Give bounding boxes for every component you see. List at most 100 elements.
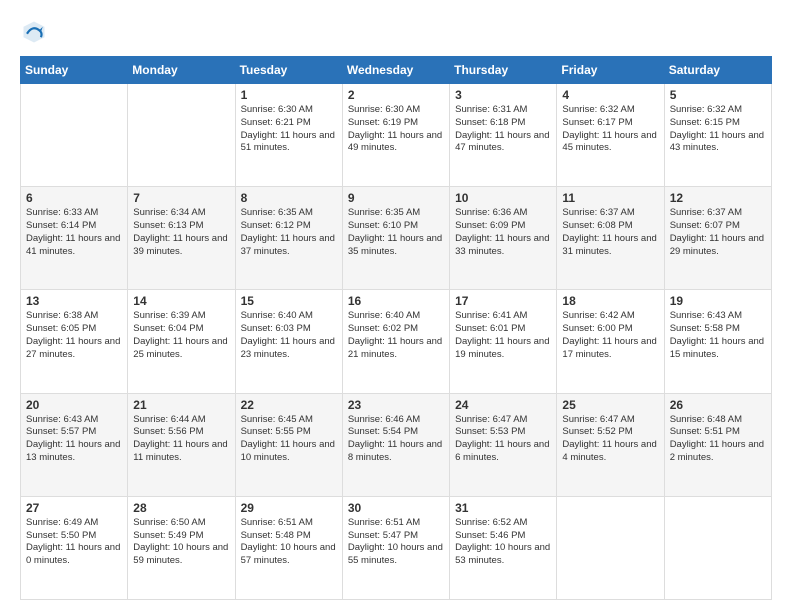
day-number: 7 [133, 191, 229, 205]
calendar-cell [664, 496, 771, 599]
calendar-cell: 22 Sunrise: 6:45 AMSunset: 5:55 PMDayligh… [235, 393, 342, 496]
day-info: Sunrise: 6:45 AMSunset: 5:55 PMDaylight:… [241, 414, 337, 465]
day-info: Sunrise: 6:50 AMSunset: 5:49 PMDaylight:… [133, 517, 229, 568]
day-info: Sunrise: 6:39 AMSunset: 6:04 PMDaylight:… [133, 310, 229, 361]
calendar-table: SundayMondayTuesdayWednesdayThursdayFrid… [20, 56, 772, 600]
day-info: Sunrise: 6:30 AMSunset: 6:21 PMDaylight:… [241, 104, 337, 155]
calendar-cell: 11 Sunrise: 6:37 AMSunset: 6:08 PMDayligh… [557, 187, 664, 290]
calendar-cell: 27 Sunrise: 6:49 AMSunset: 5:50 PMDayligh… [21, 496, 128, 599]
day-number: 15 [241, 294, 337, 308]
day-number: 3 [455, 88, 551, 102]
day-info: Sunrise: 6:36 AMSunset: 6:09 PMDaylight:… [455, 207, 551, 258]
calendar-header-row: SundayMondayTuesdayWednesdayThursdayFrid… [21, 57, 772, 84]
day-number: 8 [241, 191, 337, 205]
calendar-day-header: Saturday [664, 57, 771, 84]
day-number: 22 [241, 398, 337, 412]
day-number: 26 [670, 398, 766, 412]
day-number: 2 [348, 88, 444, 102]
day-number: 16 [348, 294, 444, 308]
calendar-cell: 23 Sunrise: 6:46 AMSunset: 5:54 PMDayligh… [342, 393, 449, 496]
day-info: Sunrise: 6:34 AMSunset: 6:13 PMDaylight:… [133, 207, 229, 258]
day-number: 4 [562, 88, 658, 102]
calendar-cell: 18 Sunrise: 6:42 AMSunset: 6:00 PMDayligh… [557, 290, 664, 393]
day-number: 13 [26, 294, 122, 308]
calendar-cell: 17 Sunrise: 6:41 AMSunset: 6:01 PMDayligh… [450, 290, 557, 393]
calendar-cell: 8 Sunrise: 6:35 AMSunset: 6:12 PMDaylight… [235, 187, 342, 290]
day-number: 23 [348, 398, 444, 412]
day-info: Sunrise: 6:51 AMSunset: 5:48 PMDaylight:… [241, 517, 337, 568]
day-info: Sunrise: 6:35 AMSunset: 6:12 PMDaylight:… [241, 207, 337, 258]
calendar-cell: 31 Sunrise: 6:52 AMSunset: 5:46 PMDayligh… [450, 496, 557, 599]
calendar-cell: 24 Sunrise: 6:47 AMSunset: 5:53 PMDayligh… [450, 393, 557, 496]
day-info: Sunrise: 6:40 AMSunset: 6:02 PMDaylight:… [348, 310, 444, 361]
day-number: 1 [241, 88, 337, 102]
day-info: Sunrise: 6:46 AMSunset: 5:54 PMDaylight:… [348, 414, 444, 465]
day-info: Sunrise: 6:42 AMSunset: 6:00 PMDaylight:… [562, 310, 658, 361]
calendar-cell: 3 Sunrise: 6:31 AMSunset: 6:18 PMDaylight… [450, 84, 557, 187]
day-info: Sunrise: 6:38 AMSunset: 6:05 PMDaylight:… [26, 310, 122, 361]
day-number: 28 [133, 501, 229, 515]
day-number: 24 [455, 398, 551, 412]
day-number: 31 [455, 501, 551, 515]
day-info: Sunrise: 6:35 AMSunset: 6:10 PMDaylight:… [348, 207, 444, 258]
calendar-cell: 14 Sunrise: 6:39 AMSunset: 6:04 PMDayligh… [128, 290, 235, 393]
calendar-cell [128, 84, 235, 187]
day-info: Sunrise: 6:48 AMSunset: 5:51 PMDaylight:… [670, 414, 766, 465]
calendar-cell [557, 496, 664, 599]
calendar-cell: 5Sunrise: 6:32 AMSunset: 6:15 PMDaylight… [664, 84, 771, 187]
day-info: Sunrise: 6:41 AMSunset: 6:01 PMDaylight:… [455, 310, 551, 361]
day-info: Sunrise: 6:43 AMSunset: 5:57 PMDaylight:… [26, 414, 122, 465]
calendar-cell: 29 Sunrise: 6:51 AMSunset: 5:48 PMDayligh… [235, 496, 342, 599]
calendar-cell: 25Sunrise: 6:47 AMSunset: 5:52 PMDayligh… [557, 393, 664, 496]
calendar-week-row: 27 Sunrise: 6:49 AMSunset: 5:50 PMDayligh… [21, 496, 772, 599]
calendar-cell: 10Sunrise: 6:36 AMSunset: 6:09 PMDayligh… [450, 187, 557, 290]
calendar-cell: 16 Sunrise: 6:40 AMSunset: 6:02 PMDayligh… [342, 290, 449, 393]
calendar-cell: 7 Sunrise: 6:34 AMSunset: 6:13 PMDaylight… [128, 187, 235, 290]
day-number: 6 [26, 191, 122, 205]
calendar-day-header: Wednesday [342, 57, 449, 84]
day-number: 30 [348, 501, 444, 515]
logo [20, 18, 52, 46]
page: SundayMondayTuesdayWednesdayThursdayFrid… [0, 0, 792, 612]
day-info: Sunrise: 6:47 AMSunset: 5:53 PMDaylight:… [455, 414, 551, 465]
day-info: Sunrise: 6:37 AMSunset: 6:08 PMDaylight:… [562, 207, 658, 258]
calendar-cell: 9 Sunrise: 6:35 AMSunset: 6:10 PMDaylight… [342, 187, 449, 290]
calendar-cell: 4 Sunrise: 6:32 AMSunset: 6:17 PMDaylight… [557, 84, 664, 187]
day-info: Sunrise: 6:51 AMSunset: 5:47 PMDaylight:… [348, 517, 444, 568]
calendar-week-row: 6 Sunrise: 6:33 AMSunset: 6:14 PMDaylight… [21, 187, 772, 290]
calendar-cell [21, 84, 128, 187]
day-info: Sunrise: 6:32 AMSunset: 6:17 PMDaylight:… [562, 104, 658, 155]
calendar-cell: 2 Sunrise: 6:30 AMSunset: 6:19 PMDaylight… [342, 84, 449, 187]
day-info: Sunrise: 6:49 AMSunset: 5:50 PMDaylight:… [26, 517, 122, 568]
calendar-cell: 20 Sunrise: 6:43 AMSunset: 5:57 PMDayligh… [21, 393, 128, 496]
day-number: 29 [241, 501, 337, 515]
calendar-week-row: 13 Sunrise: 6:38 AMSunset: 6:05 PMDayligh… [21, 290, 772, 393]
calendar-cell: 12Sunrise: 6:37 AMSunset: 6:07 PMDayligh… [664, 187, 771, 290]
calendar-cell: 26 Sunrise: 6:48 AMSunset: 5:51 PMDayligh… [664, 393, 771, 496]
day-number: 25 [562, 398, 658, 412]
calendar-day-header: Monday [128, 57, 235, 84]
day-number: 20 [26, 398, 122, 412]
day-info: Sunrise: 6:33 AMSunset: 6:14 PMDaylight:… [26, 207, 122, 258]
calendar-cell: 30 Sunrise: 6:51 AMSunset: 5:47 PMDayligh… [342, 496, 449, 599]
day-number: 9 [348, 191, 444, 205]
day-number: 27 [26, 501, 122, 515]
day-info: Sunrise: 6:30 AMSunset: 6:19 PMDaylight:… [348, 104, 444, 155]
day-number: 19 [670, 294, 766, 308]
day-number: 18 [562, 294, 658, 308]
calendar-cell: 6 Sunrise: 6:33 AMSunset: 6:14 PMDaylight… [21, 187, 128, 290]
calendar-week-row: 1 Sunrise: 6:30 AMSunset: 6:21 PMDaylight… [21, 84, 772, 187]
calendar-cell: 13 Sunrise: 6:38 AMSunset: 6:05 PMDayligh… [21, 290, 128, 393]
day-info: Sunrise: 6:44 AMSunset: 5:56 PMDaylight:… [133, 414, 229, 465]
calendar-week-row: 20 Sunrise: 6:43 AMSunset: 5:57 PMDayligh… [21, 393, 772, 496]
day-info: Sunrise: 6:40 AMSunset: 6:03 PMDaylight:… [241, 310, 337, 361]
day-info: Sunrise: 6:52 AMSunset: 5:46 PMDaylight:… [455, 517, 551, 568]
day-number: 11 [562, 191, 658, 205]
day-number: 17 [455, 294, 551, 308]
day-number: 14 [133, 294, 229, 308]
day-info: Sunrise: 6:43 AMSunset: 5:58 PMDaylight:… [670, 310, 766, 361]
day-number: 5 [670, 88, 766, 102]
day-number: 12 [670, 191, 766, 205]
day-info: Sunrise: 6:31 AMSunset: 6:18 PMDaylight:… [455, 104, 551, 155]
calendar-cell: 15 Sunrise: 6:40 AMSunset: 6:03 PMDayligh… [235, 290, 342, 393]
